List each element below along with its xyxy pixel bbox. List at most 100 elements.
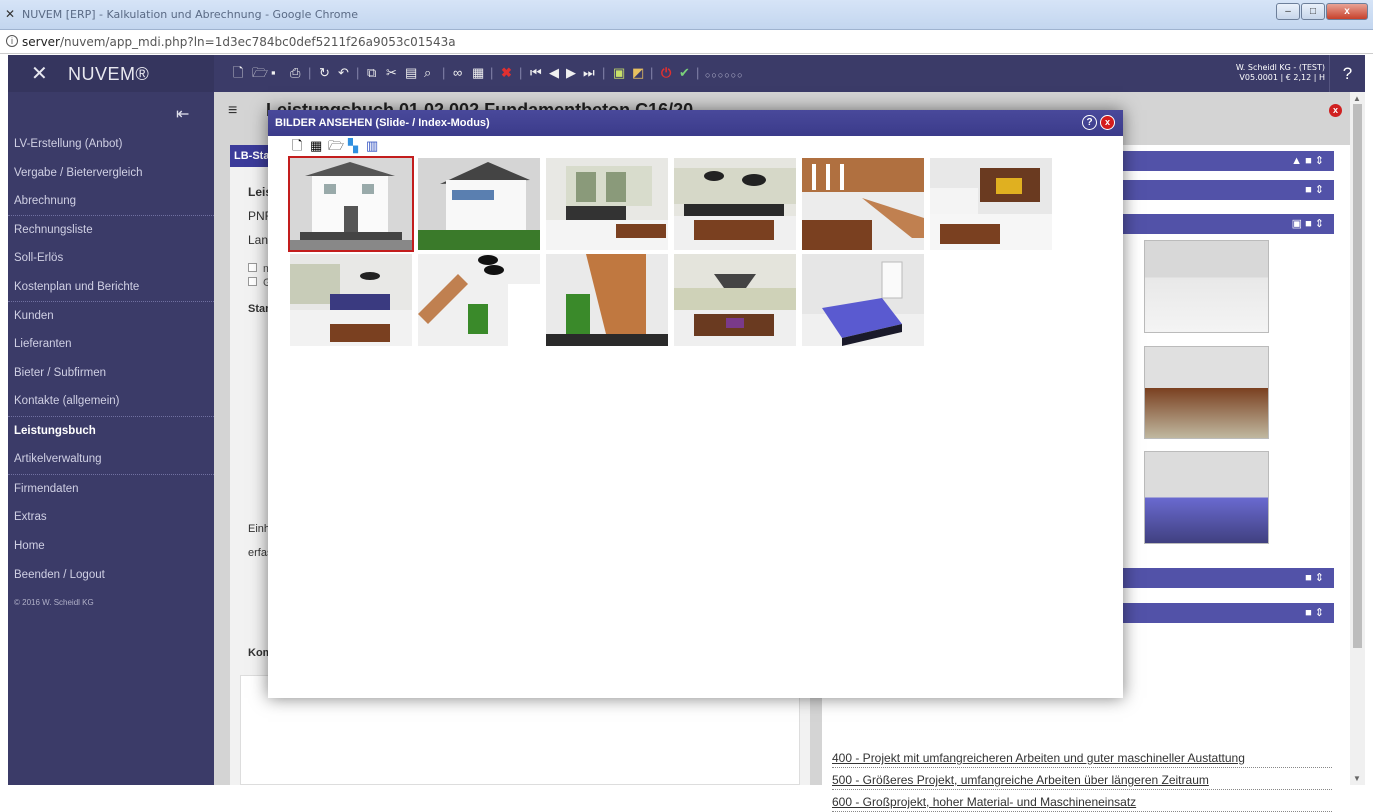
gallery-image-house-front[interactable] — [288, 156, 414, 252]
sidebar-item-home[interactable]: Home — [8, 532, 214, 560]
toolbar-divider: | — [519, 65, 523, 80]
logo-mark-icon: ✕ — [31, 63, 48, 85]
user-info: W. Scheidl KG - (TEST) V05.0001 | € 2,12… — [1236, 63, 1325, 83]
link-400[interactable]: 400 - Projekt mit umfangreicheren Arbeit… — [832, 751, 1332, 768]
gallery-image-open-kitchen-living[interactable] — [290, 254, 412, 346]
app-logo: ✕ NUVEM® — [8, 55, 214, 92]
sidebar-item-kontakte[interactable]: Kontakte (allgemein) — [8, 387, 214, 415]
browser-title-bar: ✕ NUVEM [ERP] - Kalkulation und Abrechnu… — [0, 0, 1373, 30]
gallery-icon[interactable]: ▥ — [366, 139, 378, 153]
link-500[interactable]: 500 - Größeres Projekt, umfangreiche Arb… — [832, 773, 1332, 790]
link-600[interactable]: 600 - Großprojekt, hoher Material- und M… — [832, 795, 1332, 812]
url-path: /nuvem/app_mdi.php?ln=1d3ec784bc0def5211… — [60, 35, 456, 49]
properties-icon[interactable]: ▦ — [472, 66, 484, 80]
help-button[interactable]: ? — [1329, 55, 1365, 92]
sidebar-item-soll-erloes[interactable]: Soll-Erlös — [8, 244, 214, 272]
sidebar-item-abrechnung[interactable]: Abrechnung — [8, 187, 214, 215]
minimize-button[interactable]: – — [1276, 3, 1300, 20]
cut-icon[interactable]: ✂ — [386, 66, 397, 80]
sidebar-item-firmendaten[interactable]: Firmendaten — [8, 474, 214, 502]
dialog-help-button[interactable]: ? — [1082, 115, 1097, 130]
sidebar: ⇤ LV-Erstellung (Anbot) Vergabe / Bieter… — [8, 92, 214, 785]
find-icon[interactable]: ⌕ — [424, 66, 431, 80]
next-record-icon[interactable]: ▶ — [566, 66, 576, 80]
paste-icon[interactable]: ▤ — [405, 66, 417, 80]
collapse-sidebar-icon[interactable]: ⇤ — [176, 104, 189, 124]
sidebar-item-extras[interactable]: Extras — [8, 503, 214, 531]
gallery-image-dining-area-kitchen[interactable] — [674, 158, 796, 250]
copyright: © 2016 W. Scheidl KG — [14, 598, 94, 607]
gallery-image-wooden-staircase[interactable] — [546, 254, 668, 346]
gallery-image-dining-table-hood[interactable] — [674, 254, 796, 346]
url-host: server — [22, 35, 60, 49]
sidebar-item-kostenplan[interactable]: Kostenplan und Berichte — [8, 273, 214, 301]
delete-icon[interactable]: ✖ — [501, 66, 512, 80]
window-close-button[interactable]: x — [1326, 3, 1368, 20]
thumbnail-image[interactable] — [1144, 346, 1269, 439]
toolbar-divider: | — [602, 65, 606, 80]
toolbar-divider: | — [650, 65, 654, 80]
checkbox[interactable] — [248, 277, 257, 286]
address-bar[interactable]: i server/nuvem/app_mdi.php?ln=1d3ec784bc… — [0, 30, 1373, 54]
color-palette-icon[interactable]: ▚ — [348, 139, 358, 153]
dialog-close-button[interactable]: x — [1100, 115, 1115, 130]
undo-icon[interactable]: ↶ — [338, 66, 349, 80]
app-top-bar: ✕ NUVEM® 🗋 🗁 ▪ ⎙ | ↻ ↶ | ⧉ ✂ ▤ ⌕ | ∞ ▦ |… — [8, 55, 1365, 92]
page-close-button[interactable]: x — [1329, 104, 1342, 117]
gallery-image-living-room-dining[interactable] — [546, 158, 668, 250]
maximize-button[interactable]: □ — [1301, 3, 1325, 20]
sidebar-item-logout[interactable]: Beenden / Logout — [8, 561, 214, 589]
scroll-down-icon[interactable]: ▼ — [1353, 774, 1361, 783]
url-text[interactable]: server/nuvem/app_mdi.php?ln=1d3ec784bc0d… — [22, 35, 456, 49]
dialog-title: BILDER ANSEHEN (Slide- / Index-Modus) — [275, 117, 490, 129]
thumbnail-image[interactable] — [1144, 240, 1269, 333]
gallery-image-stair-pendant-lamps[interactable] — [418, 254, 540, 346]
thumbnail-image[interactable] — [1144, 451, 1269, 544]
status-indicators: ○○○○○○ — [705, 70, 744, 80]
refresh-icon[interactable]: ↻ — [319, 66, 330, 80]
import-icon[interactable]: ◩ — [632, 66, 644, 80]
scroll-thumb[interactable] — [1353, 104, 1362, 648]
previous-record-icon[interactable]: ◀ — [549, 66, 559, 80]
print-icon[interactable]: ⎙ — [290, 66, 300, 80]
sidebar-item-artikelverwaltung[interactable]: Artikelverwaltung — [8, 445, 214, 473]
toolbar-divider: | — [696, 65, 700, 80]
site-info-icon[interactable]: i — [6, 35, 18, 47]
browser-title: NUVEM [ERP] - Kalkulation und Abrechnung… — [22, 8, 358, 21]
sidebar-item-rechnungsliste[interactable]: Rechnungsliste — [8, 215, 214, 243]
sidebar-item-vergabe[interactable]: Vergabe / Bietervergleich — [8, 159, 214, 187]
save-icon[interactable]: ▪ — [271, 66, 276, 80]
binoculars-icon[interactable]: ∞ — [453, 66, 462, 80]
gallery-image-kitchen-fireplace[interactable] — [930, 158, 1052, 250]
first-record-icon[interactable]: ⏮ — [530, 66, 542, 80]
toolbar-divider: | — [356, 65, 360, 80]
sidebar-item-lv-erstellung[interactable]: LV-Erstellung (Anbot) — [8, 130, 214, 158]
last-record-icon[interactable]: ⏭ — [583, 66, 595, 80]
user-name: W. Scheidl KG - (TEST) — [1235, 63, 1325, 72]
toolbar-divider: | — [308, 65, 312, 80]
power-icon[interactable]: ⏻ — [661, 66, 671, 80]
copy-icon[interactable]: ⧉ — [367, 66, 376, 80]
gallery-image-staircase-gallery[interactable] — [802, 158, 924, 250]
export-icon[interactable]: ▣ — [613, 66, 625, 80]
gallery-image-house-side-balcony[interactable] — [418, 158, 540, 250]
sidebar-item-leistungsbuch[interactable]: Leistungsbuch — [8, 416, 214, 444]
settings-icon[interactable]: ▦ — [310, 139, 322, 153]
main-scrollbar[interactable]: ▲ ▼ — [1350, 92, 1365, 785]
new-icon[interactable]: 🗋 — [292, 139, 302, 153]
sidebar-item-kunden[interactable]: Kunden — [8, 301, 214, 329]
dialog-header: BILDER ANSEHEN (Slide- / Index-Modus) ? … — [268, 110, 1123, 136]
open-folder-icon[interactable]: 🗁 — [252, 66, 268, 80]
checkbox[interactable] — [248, 263, 257, 272]
version-info: V05.0001 | € 2,12 | H — [1239, 73, 1325, 82]
menu-icon[interactable]: ≡ — [228, 102, 237, 120]
new-icon[interactable]: 🗋 — [233, 66, 243, 80]
toolbar-divider: | — [490, 65, 494, 80]
scroll-up-icon[interactable]: ▲ — [1353, 94, 1361, 103]
sidebar-item-bieter[interactable]: Bieter / Subfirmen — [8, 359, 214, 387]
gallery-image-bedroom[interactable] — [802, 254, 924, 346]
notifications-icon[interactable]: ✔ — [679, 66, 690, 80]
image-viewer-dialog: BILDER ANSEHEN (Slide- / Index-Modus) ? … — [268, 110, 1123, 698]
sidebar-item-lieferanten[interactable]: Lieferanten — [8, 330, 214, 358]
open-icon[interactable]: 🗁 — [328, 139, 344, 153]
